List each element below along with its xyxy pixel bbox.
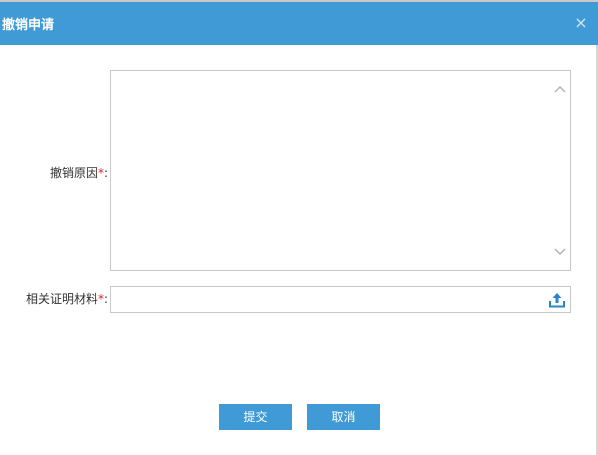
reason-label: 撤销原因*: [50,166,108,180]
reason-textarea-box [110,70,571,271]
cancel-button[interactable]: 取消 [307,404,380,430]
reason-textarea[interactable] [111,71,551,270]
dialog-header: 撤销申请 × [0,0,598,45]
chevron-up-icon[interactable] [553,83,567,97]
submit-button[interactable]: 提交 [219,404,292,430]
material-label-text: 相关证明材料 [25,292,98,306]
label-colon: : [103,292,108,306]
reason-label-text: 撤销原因 [49,166,98,180]
dialog-title: 撤销申请 [2,18,55,33]
close-icon[interactable]: × [574,15,588,31]
material-file-input[interactable] [111,287,531,312]
revoke-dialog: 撤销申请 × 撤销原因*: 相关证明材料*: 提交 取消 [0,0,598,455]
material-label: 相关证明材料*: [26,292,108,306]
label-colon: : [103,166,108,180]
upload-icon[interactable] [548,291,566,309]
material-file-box [110,286,571,313]
chevron-down-icon[interactable] [553,244,567,258]
